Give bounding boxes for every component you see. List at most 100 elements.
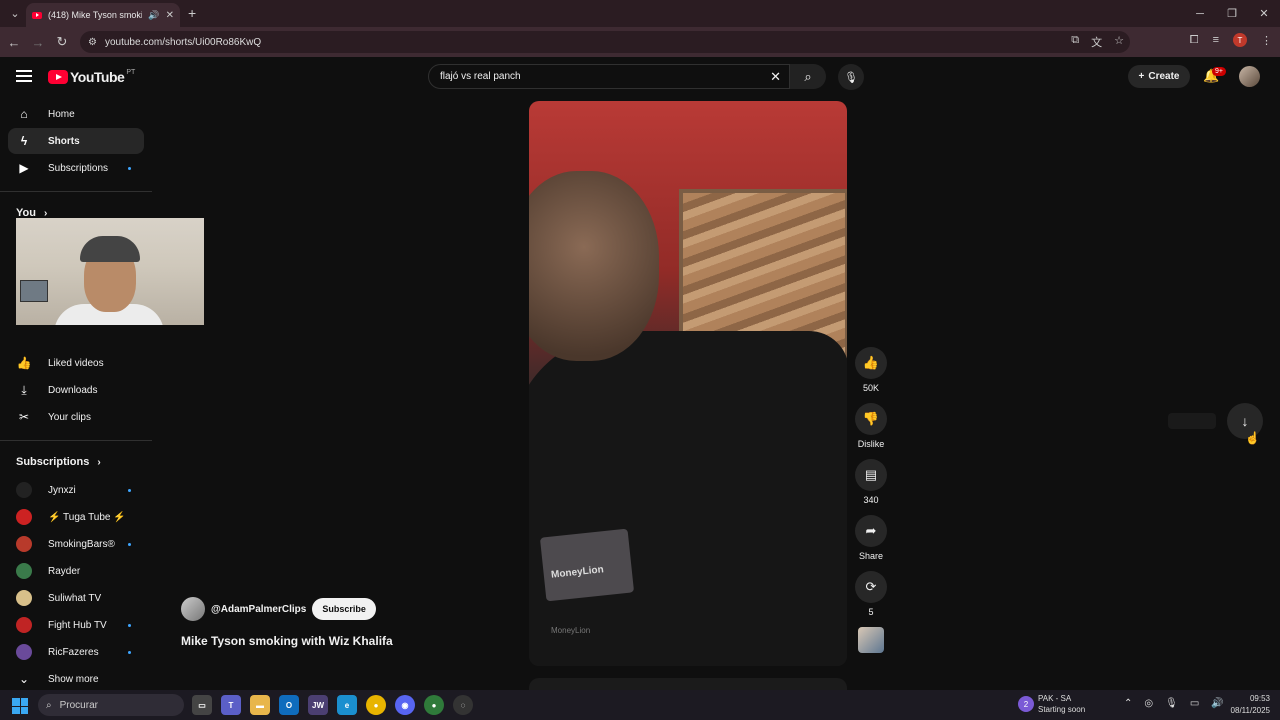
forward-icon[interactable]: → <box>26 35 50 50</box>
sidebar-item-label: Subscriptions <box>48 162 109 174</box>
translate-icon[interactable]: 文 <box>1091 34 1102 50</box>
minimize-icon[interactable]: ─ <box>1184 0 1216 27</box>
clear-search-icon[interactable]: ✕ <box>770 69 781 85</box>
comments-action: ▤ 340 <box>855 459 887 505</box>
profile-avatar-icon[interactable]: T <box>1233 33 1247 47</box>
sidebar-item-channel[interactable]: RicFazeres <box>0 639 152 665</box>
subscriptions-header-label: Subscriptions <box>16 456 90 468</box>
sidebar-item-channel[interactable]: ⚡ Tuga Tube ⚡ <box>0 504 152 530</box>
address-bar-row: ← → ↻ ⚙ youtube.com/shorts/Ui00Ro86KwQ ⧉… <box>0 27 1280 57</box>
channel-row: @AdamPalmerClips Subscribe <box>181 597 376 621</box>
sidebar-item-home[interactable]: ⌂ Home <box>0 101 152 127</box>
weather-title: PAK - SA <box>1038 694 1072 703</box>
create-label: Create <box>1148 71 1180 82</box>
volume-icon[interactable]: 🔊 <box>1211 698 1223 709</box>
dislike-button[interactable]: 👎 <box>855 403 887 435</box>
browser-tab-bar: ⌄ (418) Mike Tyson smoking 🔊 ✕ + ─ ❐ ✕ <box>0 0 1280 27</box>
home-icon: ⌂ <box>20 107 28 121</box>
channel-label: Suliwhat TV <box>48 592 102 604</box>
microphone-icon[interactable]: 🎙 <box>1165 698 1178 709</box>
hamburger-menu-icon[interactable] <box>16 70 32 82</box>
channel-avatar <box>16 563 32 579</box>
edge-icon[interactable]: e <box>337 695 357 715</box>
file-explorer-icon[interactable]: ▬ <box>250 695 270 715</box>
new-tab-button[interactable]: + <box>188 5 196 21</box>
task-view-icon[interactable]: ▭ <box>192 695 212 715</box>
sidebar-item-channel[interactable]: SmokingBars® <box>0 531 152 557</box>
sidebar-item-channel[interactable]: Rayder <box>0 558 152 584</box>
channel-handle[interactable]: @AdamPalmerClips <box>211 604 306 615</box>
speaker-icon[interactable]: 🔊 <box>148 10 159 21</box>
person-body <box>529 331 847 666</box>
channel-avatar <box>16 482 32 498</box>
media-controls-icon[interactable]: ≡ <box>1213 34 1219 46</box>
channel-avatar <box>16 590 32 606</box>
sidebar-divider <box>0 440 152 441</box>
sidebar-subscriptions-header[interactable]: Subscriptions › <box>0 452 152 472</box>
short-video-player[interactable]: MoneyLion MoneyLion <box>529 101 847 666</box>
weather-widget[interactable]: 2 PAK - SA Starting soon <box>1018 693 1085 715</box>
outlook-icon[interactable]: O <box>279 695 299 715</box>
youtube-logo[interactable]: YouTube PT <box>48 69 135 85</box>
search-input[interactable]: flajó vs real panch ✕ <box>428 64 790 89</box>
bookmark-star-icon[interactable]: ☆ <box>1114 34 1124 50</box>
reload-icon[interactable]: ↻ <box>50 34 74 50</box>
notifications-badge: 9+ <box>1212 67 1226 76</box>
location-icon[interactable]: ◎ <box>1144 698 1153 709</box>
browser-menu-icon[interactable]: ⋮ <box>1261 34 1272 47</box>
extensions-icon[interactable]: ⧠ <box>1190 34 1199 47</box>
dislike-action: 👎 Dislike <box>855 403 887 449</box>
sidebar-item-liked-videos[interactable]: 👍 Liked videos <box>0 350 152 376</box>
sidebar-item-downloads[interactable]: ⤓ Downloads <box>0 377 152 403</box>
sound-avatar[interactable] <box>858 627 884 653</box>
sidebar-item-subscriptions[interactable]: ▶ Subscriptions <box>0 155 152 181</box>
windows-taskbar: ⌕ Procurar ▭ T ▬ O JW e ● ◉ ● ◌ 2 PAK - … <box>0 690 1280 720</box>
chrome-profile-icon[interactable]: ● <box>424 695 444 715</box>
show-more-button[interactable]: ⌄ Show more <box>0 666 152 692</box>
sidebar-item-shorts[interactable]: ϟ Shorts <box>8 128 144 154</box>
new-content-dot <box>128 623 131 627</box>
account-avatar[interactable] <box>1239 66 1260 87</box>
jw-icon[interactable]: JW <box>308 695 328 715</box>
tab-close-icon[interactable]: ✕ <box>166 10 174 21</box>
short-title[interactable]: Mike Tyson smoking with Wiz Khalifa <box>181 634 393 648</box>
short-actions: 👍 50K 👎 Dislike ▤ 340 ➦ Share ⟳ 5 <box>855 347 887 653</box>
subscribe-button[interactable]: Subscribe <box>312 598 376 620</box>
voice-search-button[interactable]: 🎙 <box>838 64 864 90</box>
sidebar-item-channel[interactable]: Fight Hub TV <box>0 612 152 638</box>
channel-avatar[interactable] <box>181 597 205 621</box>
browser-tab[interactable]: (418) Mike Tyson smoking 🔊 ✕ <box>26 3 180 27</box>
discord-icon[interactable]: ◉ <box>395 695 415 715</box>
sidebar-item-channel[interactable]: Jynxzi <box>0 477 152 503</box>
windows-start-icon[interactable] <box>12 698 28 714</box>
sidebar-item-channel[interactable]: Suliwhat TV <box>0 585 152 611</box>
comments-button[interactable]: ▤ <box>855 459 887 491</box>
sidebar-item-your-clips[interactable]: ✂ Your clips <box>0 404 152 430</box>
restore-icon[interactable]: ❐ <box>1216 0 1248 27</box>
chevron-up-icon[interactable]: ⌃ <box>1124 698 1132 709</box>
taskbar-clock[interactable]: 09:53 08/11/2025 <box>1224 693 1270 717</box>
remix-button[interactable]: ⟳ <box>855 571 887 603</box>
share-button[interactable]: ➦ <box>855 515 887 547</box>
chrome-icon[interactable]: ● <box>366 695 386 715</box>
site-info-icon[interactable]: ⚙ <box>88 37 97 48</box>
taskbar-search[interactable]: ⌕ Procurar <box>38 694 184 716</box>
create-button[interactable]: + Create <box>1128 65 1190 88</box>
thumbs-up-icon: 👍 <box>16 356 32 370</box>
url-field[interactable]: ⚙ youtube.com/shorts/Ui00Ro86KwQ ⧉ 文 ☆ <box>80 31 1130 53</box>
like-button[interactable]: 👍 <box>855 347 887 379</box>
app-icon[interactable]: ◌ <box>453 695 473 715</box>
network-icon[interactable]: ▭ <box>1190 698 1199 709</box>
clock-date: 08/11/2025 <box>1230 706 1270 715</box>
person-head <box>529 171 659 361</box>
channel-avatar <box>16 644 32 660</box>
install-app-icon[interactable]: ⧉ <box>1071 34 1079 50</box>
channel-label: Rayder <box>48 565 81 577</box>
back-icon[interactable]: ← <box>2 35 26 50</box>
share-icon: ➦ <box>865 523 877 538</box>
tab-search-chevron-icon[interactable]: ⌄ <box>4 3 26 25</box>
teams-icon[interactable]: T <box>221 695 241 715</box>
sidebar-item-label: Downloads <box>48 384 98 396</box>
close-window-icon[interactable]: ✕ <box>1248 0 1280 27</box>
search-button[interactable]: ⌕ <box>790 64 826 89</box>
